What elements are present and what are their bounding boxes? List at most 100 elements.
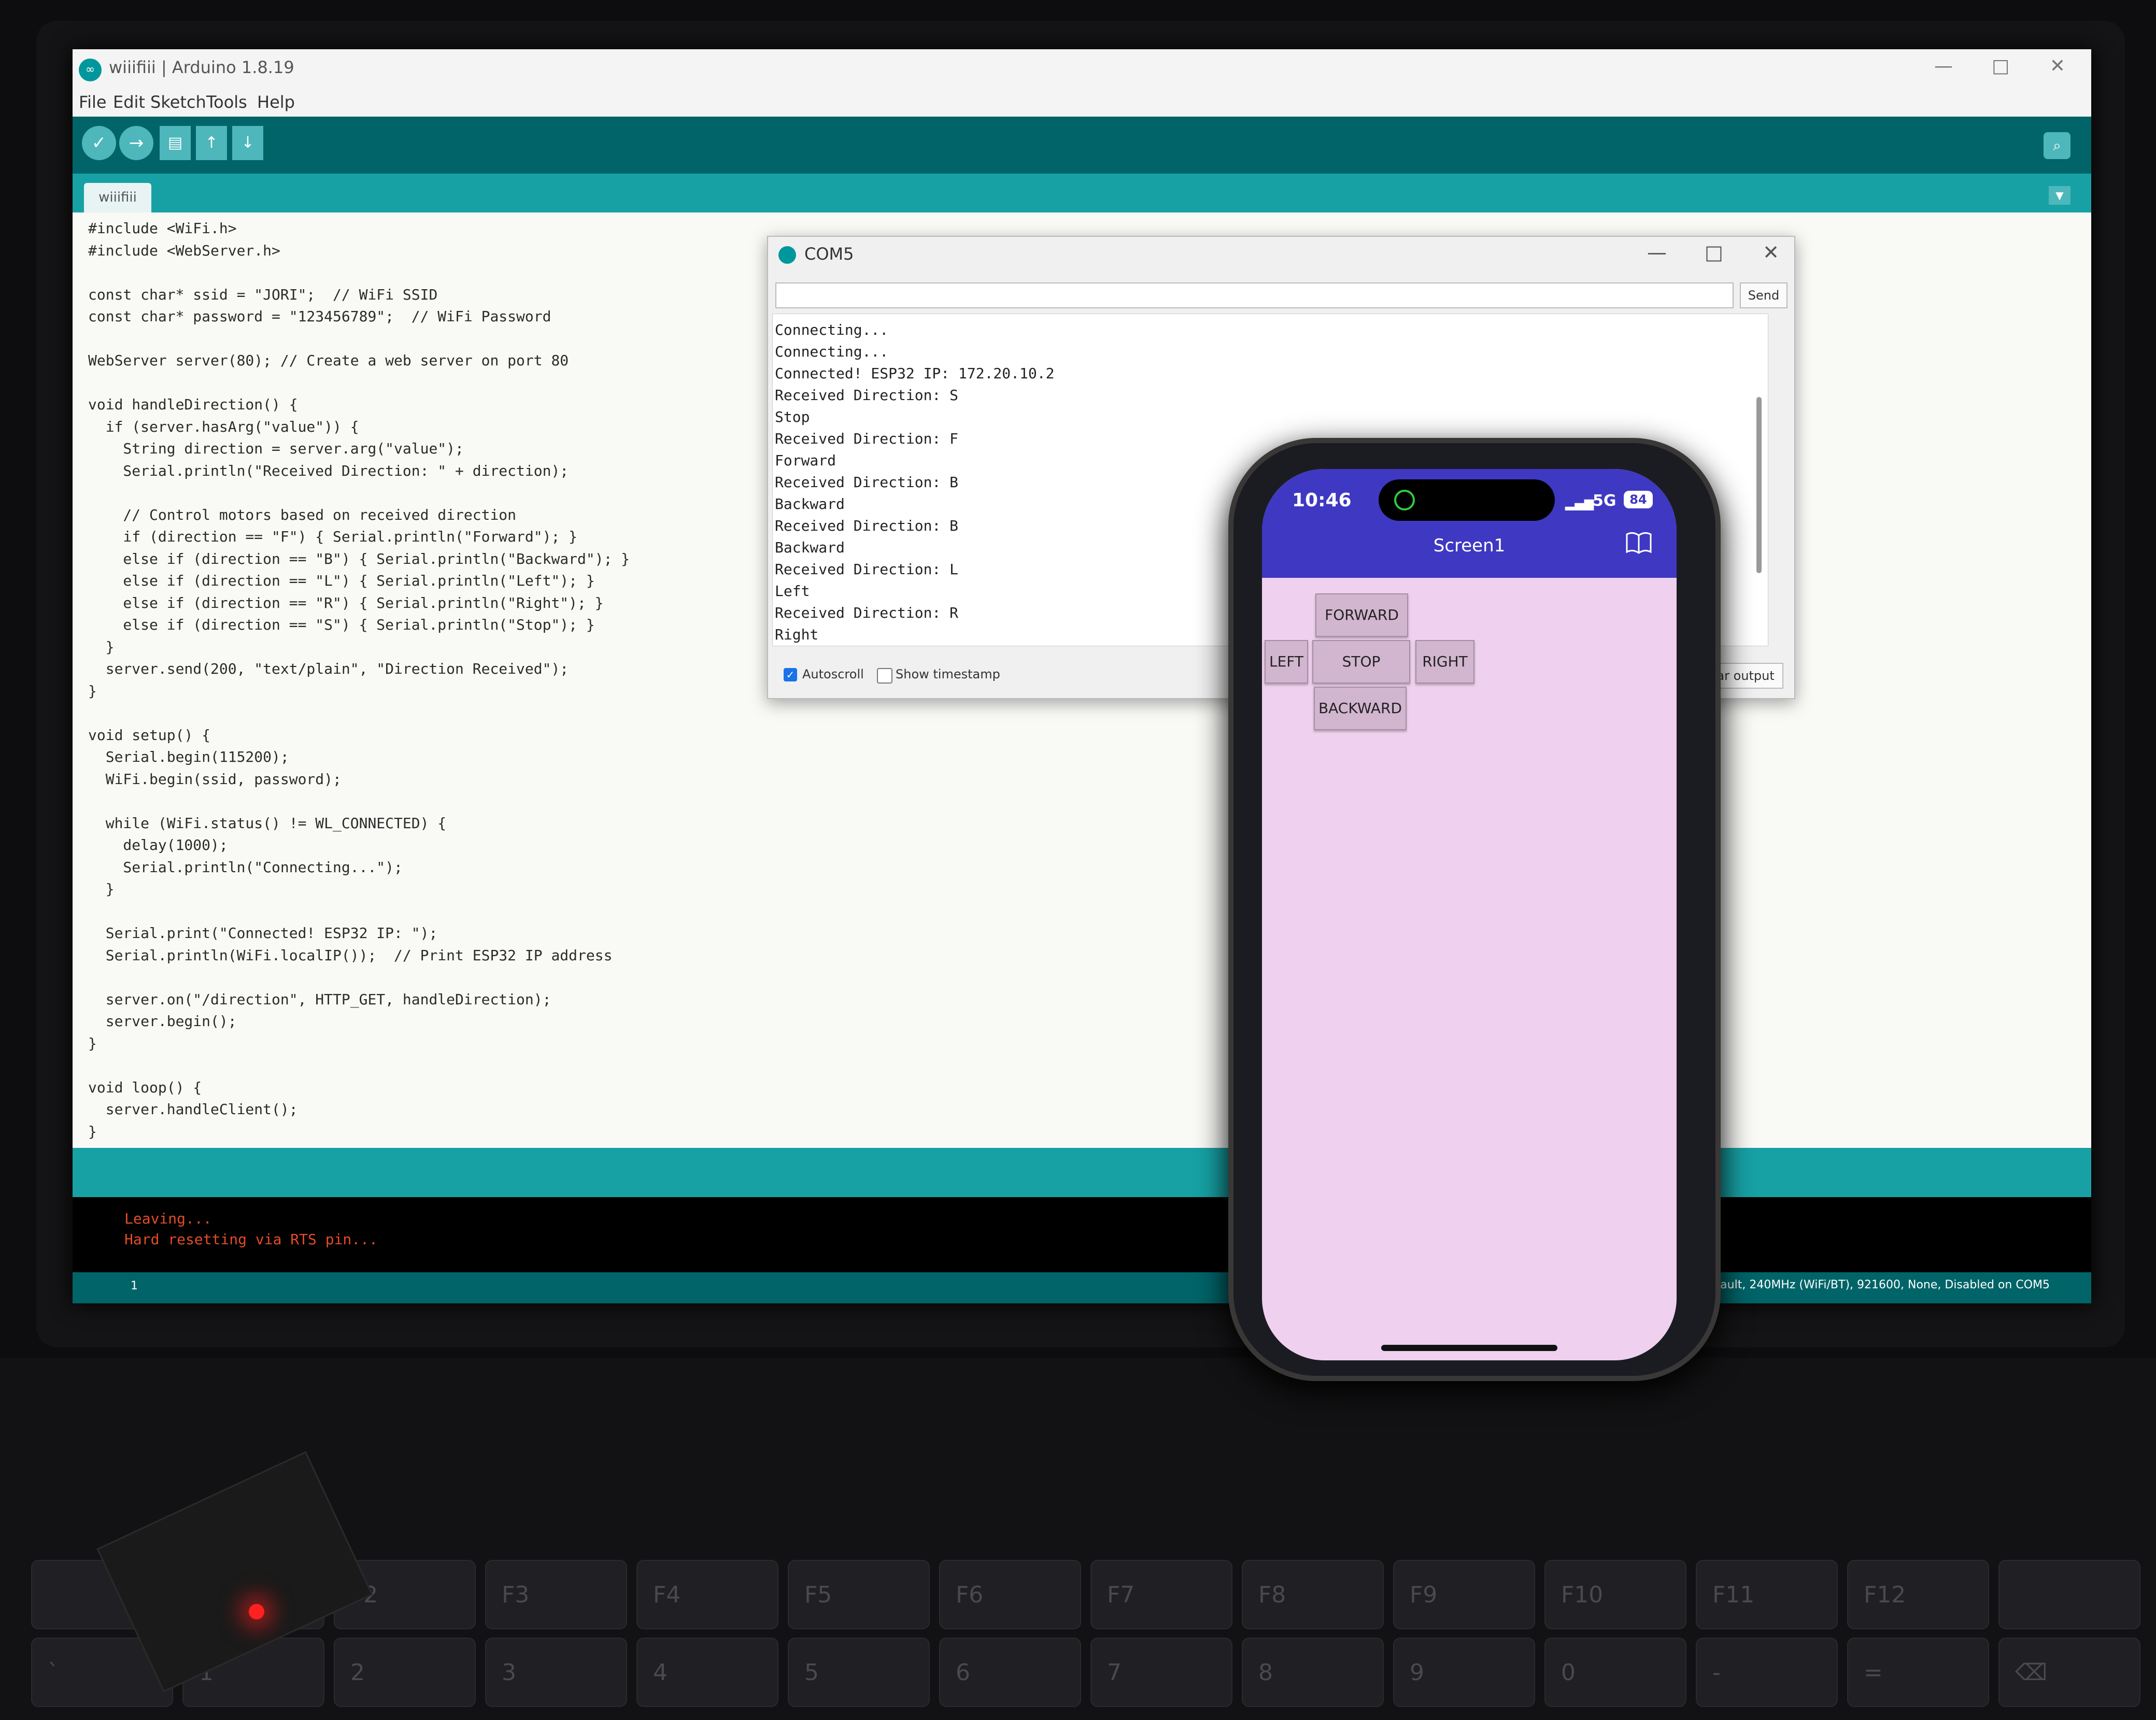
code-line: else if (direction == "S") { Serial.prin… (88, 616, 595, 633)
backward-button[interactable]: BACKWARD (1314, 687, 1407, 730)
keyboard-key: 6 (939, 1638, 1081, 1707)
link-icon (1394, 490, 1415, 510)
left-button[interactable]: LEFT (1265, 640, 1308, 684)
keyboard-key: ⌫ (1998, 1638, 2140, 1707)
code-line: void setup() { (88, 726, 211, 744)
serial-output-line: Received Direction: F (775, 430, 959, 447)
code-line: while (WiFi.status() != WL_CONNECTED) { (88, 814, 447, 832)
serial-input-field[interactable] (775, 282, 1734, 308)
keyboard-key: F9 (1393, 1560, 1535, 1629)
serial-maximize-button[interactable]: □ (1696, 241, 1732, 264)
serial-monitor-title: COM5 (804, 244, 854, 264)
serial-scrollbar[interactable] (1756, 397, 1762, 573)
serial-output-line: Forward (775, 452, 836, 469)
keyboard-key: F12 (1847, 1560, 1989, 1629)
code-line: else if (direction == "R") { Serial.prin… (88, 594, 604, 612)
keyboard-key: F4 (636, 1560, 778, 1629)
right-button[interactable]: RIGHT (1415, 640, 1474, 684)
line-number: 1 (131, 1280, 138, 1292)
title-bar: ∞ wiiifiii | Arduino 1.8.19 — □ ✕ (73, 49, 2091, 91)
key-label: 8 (1258, 1659, 1273, 1686)
keyboard-key: F8 (1242, 1560, 1384, 1629)
stop-button[interactable]: STOP (1312, 640, 1410, 684)
new-sketch-button[interactable]: ▤ (160, 126, 191, 160)
upload-button[interactable]: → (119, 126, 153, 160)
power-led (249, 1604, 264, 1619)
menu-help[interactable]: Help (257, 92, 295, 112)
code-line: } (88, 1034, 97, 1052)
code-line: delay(1000); (88, 836, 228, 854)
menu-edit[interactable]: Edit (113, 92, 145, 112)
keyboard-key: 7 (1090, 1638, 1232, 1707)
code-line: void loop() { (88, 1078, 202, 1096)
phone-clock: 10:46 (1292, 490, 1352, 511)
verify-button[interactable]: ✓ (82, 126, 116, 160)
key-label: 4 (653, 1659, 668, 1686)
keyboard-key: F5 (788, 1560, 930, 1629)
key-label: F4 (653, 1582, 681, 1608)
serial-output-line: Received Direction: L (775, 561, 959, 578)
code-line: void handleDirection() { (88, 396, 298, 413)
show-timestamp-checkbox[interactable] (877, 668, 892, 684)
serial-output-line: Connecting... (775, 343, 889, 360)
menu-file[interactable]: File (79, 92, 107, 112)
code-line: const char* ssid = "JORI"; // WiFi SSID (88, 286, 438, 303)
serial-monitor-button[interactable]: ⌕ (2044, 132, 2070, 159)
forward-button[interactable]: FORWARD (1315, 593, 1408, 637)
bottom-status-bar: 1 Default, 240MHz (WiFi/BT), 921600, Non… (73, 1272, 2091, 1303)
serial-output-line: Received Direction: S (775, 387, 959, 404)
key-label: 3 (502, 1659, 516, 1686)
key-label: F7 (1107, 1582, 1135, 1608)
keyboard-key: 4 (636, 1638, 778, 1707)
tab-sketch[interactable]: wiiifiii (84, 183, 151, 212)
open-sketch-button[interactable]: ↑ (196, 126, 227, 160)
send-button[interactable]: Send (1740, 282, 1788, 308)
keyboard-key: F11 (1696, 1560, 1838, 1629)
code-line: else if (direction == "B") { Serial.prin… (88, 550, 630, 567)
key-label: ⌫ (2015, 1659, 2048, 1686)
save-sketch-button[interactable]: ↓ (232, 126, 263, 160)
menu-tools[interactable]: Tools (206, 92, 247, 112)
tab-menu-button[interactable]: ▼ (2049, 186, 2070, 205)
autoscroll-label: Autoscroll (802, 667, 864, 681)
code-line: } (88, 880, 115, 898)
serial-output-line: Received Direction: B (775, 474, 959, 491)
key-label: F10 (1561, 1582, 1604, 1608)
key-label: F11 (1712, 1582, 1755, 1608)
keyboard-key: = (1847, 1638, 1989, 1707)
keyboard-key: 3 (485, 1638, 627, 1707)
close-button[interactable]: ✕ (2042, 55, 2073, 77)
serial-output-line: Backward (775, 539, 845, 556)
menu-sketch[interactable]: Sketch (150, 92, 206, 112)
code-line: const char* password = "123456789"; // W… (88, 308, 551, 325)
menu-bar: File Edit Sketch Tools Help (73, 88, 2091, 117)
serial-output-line: Right (775, 626, 819, 643)
network-label: 5G (1593, 492, 1616, 510)
book-icon[interactable] (1625, 530, 1653, 556)
key-label: 2 (350, 1659, 365, 1686)
show-timestamp-label: Show timestamp (896, 667, 1000, 681)
serial-close-button[interactable]: ✕ (1753, 241, 1789, 264)
code-line: Serial.println("Connecting..."); (88, 858, 403, 876)
keyboard-key: F10 (1544, 1560, 1686, 1629)
serial-output-line: Left (775, 582, 810, 600)
screen-title: Screen1 (1433, 535, 1506, 556)
code-line: WebServer server(80); // Create a web se… (88, 352, 569, 369)
keyboard-key: 9 (1393, 1638, 1535, 1707)
serial-minimize-button[interactable]: — (1639, 241, 1675, 264)
key-label: - (1712, 1659, 1721, 1686)
code-text[interactable]: #include <WiFi.h> #include <WebServer.h> … (88, 218, 630, 1143)
keyboard-key: F3 (485, 1560, 627, 1629)
serial-output-line: Received Direction: R (775, 604, 959, 621)
minimize-button[interactable]: — (1928, 55, 1959, 77)
code-line: else if (direction == "L") { Serial.prin… (88, 572, 595, 589)
autoscroll-checkbox[interactable]: ✓ (784, 668, 797, 681)
keyboard-key: 0 (1544, 1638, 1686, 1707)
code-line: WiFi.begin(ssid, password); (88, 770, 342, 788)
code-line: Serial.print("Connected! ESP32 IP: "); (88, 925, 438, 942)
maximize-button[interactable]: □ (1985, 55, 2016, 77)
